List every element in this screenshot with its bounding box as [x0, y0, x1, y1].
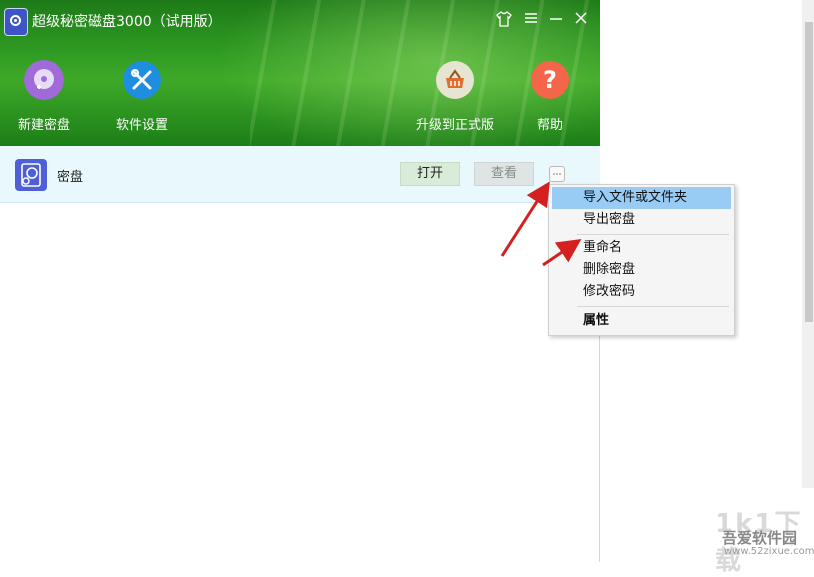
- shirt-icon[interactable]: [494, 10, 514, 30]
- close-icon[interactable]: [571, 10, 591, 30]
- new-disk-label: 新建密盘: [17, 118, 70, 133]
- app-logo-icon: [4, 8, 28, 36]
- window-title: 超级秘密磁盘3000（试用版）: [32, 14, 222, 30]
- annotation-arrow-lower: [542, 238, 582, 267]
- watermark-url: www.52zixue.com: [724, 546, 814, 557]
- annotation-arrow-upper: [500, 181, 550, 257]
- help-button[interactable]: ? 帮助: [520, 60, 580, 133]
- hamburger-icon[interactable]: [521, 10, 541, 30]
- help-icon: ?: [530, 60, 570, 100]
- watermark-text: 吾爱软件园: [722, 529, 798, 547]
- basket-icon: [435, 60, 475, 100]
- help-label: 帮助: [536, 118, 563, 133]
- software-settings-button[interactable]: 软件设置: [106, 60, 178, 133]
- upgrade-button[interactable]: 升级到正式版: [412, 60, 498, 133]
- tools-icon: [122, 60, 162, 100]
- new-disk-button[interactable]: 新建密盘: [8, 60, 80, 133]
- minimize-icon[interactable]: [546, 10, 566, 30]
- svg-text:?: ?: [543, 66, 557, 94]
- title-bar: 超级秘密磁盘3000（试用版）: [0, 0, 600, 40]
- upgrade-label: 升级到正式版: [415, 118, 494, 133]
- software-settings-label: 软件设置: [115, 118, 168, 133]
- new-disk-icon: [24, 60, 64, 100]
